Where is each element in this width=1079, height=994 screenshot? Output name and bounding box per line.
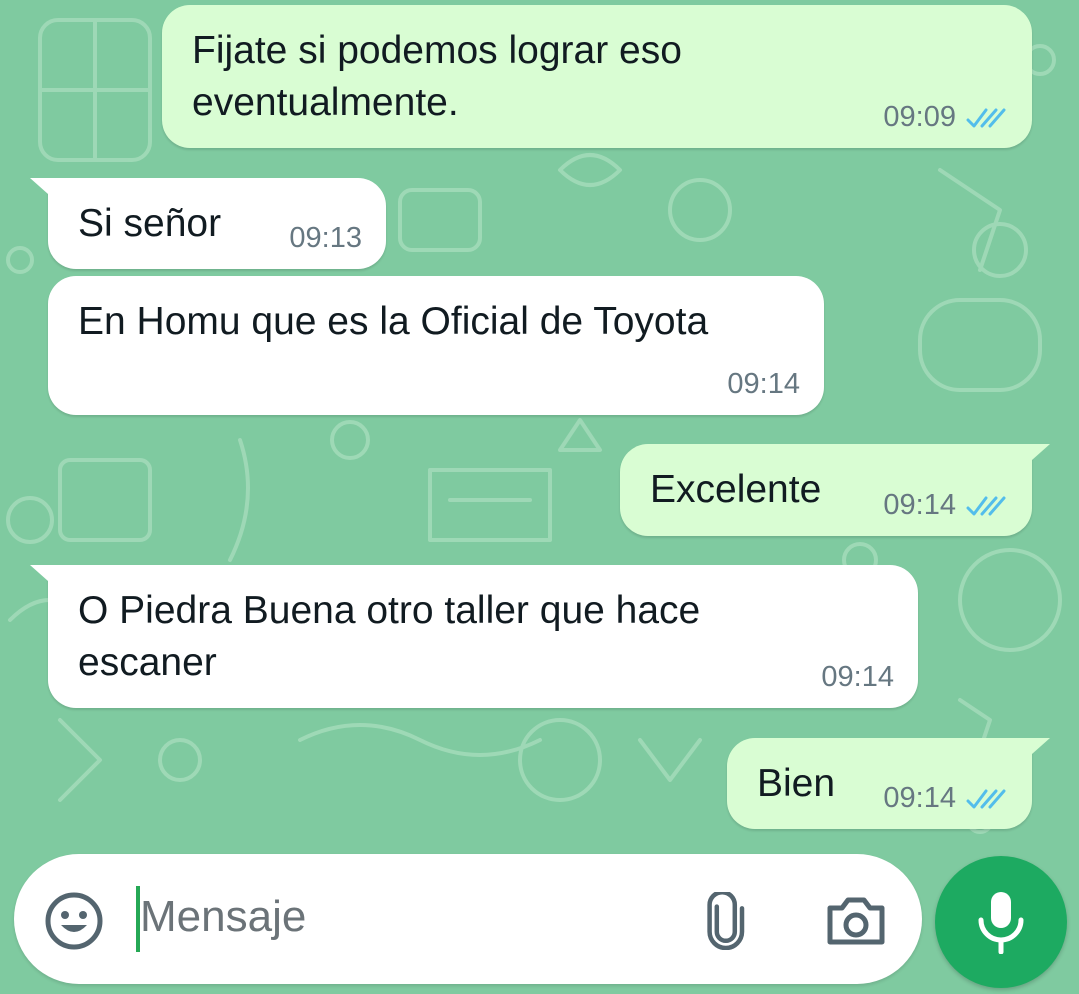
message-time: 09:09 — [883, 101, 956, 133]
message-bubble-outgoing[interactable]: Bien 09:14 — [727, 738, 1050, 829]
read-ticks-icon — [966, 789, 1006, 808]
message-bubble-outgoing[interactable]: Fijate si podemos lograr eso eventualmen… — [162, 5, 1032, 148]
message-meta: 09:09 — [883, 101, 1008, 134]
message-meta: 09:14 — [883, 782, 1008, 815]
message-text: En Homu que es la Oficial de Toyota — [78, 300, 709, 343]
message-time: 09:14 — [883, 489, 956, 521]
message-meta: 09:14 — [821, 661, 894, 694]
message-meta: 09:13 — [289, 222, 362, 255]
paperclip-icon[interactable] — [704, 892, 748, 950]
message-input[interactable]: Mensaje — [140, 892, 306, 942]
voice-message-button[interactable] — [935, 856, 1067, 988]
message-meta: 09:14 — [727, 368, 800, 401]
camera-icon[interactable] — [824, 894, 888, 948]
message-bubble-incoming[interactable]: O Piedra Buena otro taller que hace esca… — [30, 565, 918, 708]
message-time: 09:14 — [821, 661, 894, 693]
message-time: 09:14 — [883, 782, 956, 814]
message-bubble-outgoing[interactable]: Excelente 09:14 — [620, 444, 1050, 536]
message-time: 09:13 — [289, 222, 362, 254]
message-composer: Mensaje — [14, 854, 922, 984]
message-meta: 09:14 — [883, 489, 1008, 522]
message-time: 09:14 — [727, 368, 800, 400]
read-ticks-icon — [966, 108, 1006, 127]
message-bubble-incoming[interactable]: En Homu que es la Oficial de Toyota 09:1… — [48, 276, 824, 415]
smiley-icon[interactable] — [44, 891, 104, 951]
microphone-icon — [978, 892, 1024, 954]
message-text: Fijate si podemos lograr eso eventualmen… — [192, 29, 682, 124]
message-text: O Piedra Buena otro taller que hace esca… — [78, 589, 701, 684]
read-ticks-icon — [966, 496, 1006, 515]
message-bubble-incoming[interactable]: Si señor 09:13 — [30, 178, 386, 269]
